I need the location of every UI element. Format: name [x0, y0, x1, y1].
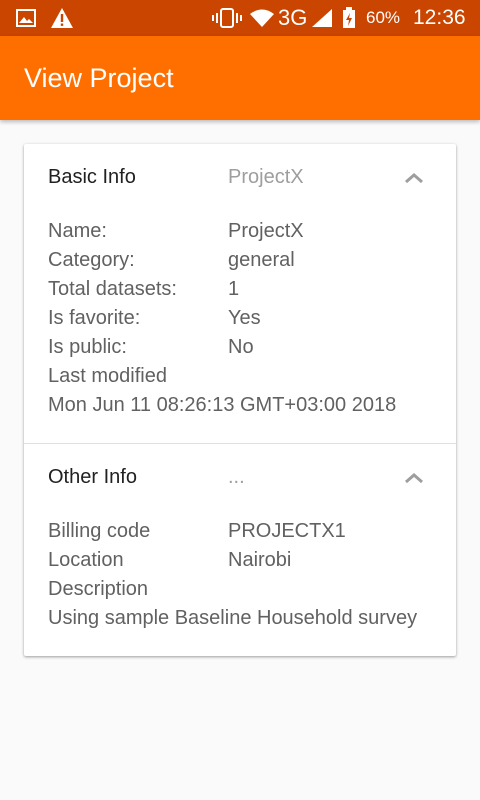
is-public-label: Is public:	[48, 336, 127, 358]
warning-icon	[50, 0, 74, 36]
clock: 12:36	[413, 6, 466, 29]
billing-code-label: Billing code	[48, 520, 151, 542]
is-favorite-label: Is favorite:	[48, 307, 141, 329]
other-info-header[interactable]: Other Info ...	[24, 444, 456, 514]
app-bar: View Project	[0, 36, 480, 120]
is-public-value: No	[228, 336, 254, 358]
page-title: View Project	[24, 63, 174, 93]
basic-info-section: Basic Info ProjectX Name: ProjectX Categ…	[24, 144, 456, 443]
chevron-up-icon[interactable]	[402, 470, 426, 486]
billing-code-value: PROJECTX1	[228, 520, 346, 542]
signal-icon	[311, 0, 333, 36]
description-label: Description	[48, 578, 149, 600]
other-info-subtitle: ...	[228, 466, 245, 488]
last-modified-label: Last modified	[48, 365, 167, 387]
name-label: Name:	[48, 220, 107, 242]
status-bar: 3G 60% 12:36	[0, 0, 480, 36]
other-info-section: Other Info ... Billing code PROJECTX1 Lo…	[24, 444, 456, 656]
is-favorite-value: Yes	[228, 307, 261, 329]
project-card: Basic Info ProjectX Name: ProjectX Categ…	[24, 144, 456, 656]
total-datasets-label: Total datasets:	[48, 278, 177, 300]
battery-icon	[342, 0, 356, 36]
battery-percent: 60%	[366, 8, 401, 27]
last-modified-value: Mon Jun 11 08:26:13 GMT+03:00 2018	[48, 394, 397, 416]
network-type: 3G	[278, 5, 308, 30]
category-label: Category:	[48, 249, 135, 271]
description-value: Using sample Baseline Household survey	[48, 607, 418, 629]
location-value: Nairobi	[228, 549, 292, 571]
total-datasets-value: 1	[228, 278, 240, 300]
image-icon	[16, 0, 36, 36]
name-value: ProjectX	[228, 220, 304, 242]
category-value: general	[228, 249, 295, 271]
vibrate-icon	[212, 0, 242, 36]
basic-info-header[interactable]: Basic Info ProjectX	[24, 144, 456, 214]
chevron-up-icon[interactable]	[402, 170, 426, 186]
wifi-icon	[249, 0, 275, 36]
location-label: Location	[48, 549, 124, 571]
other-info-title: Other Info	[48, 466, 137, 488]
basic-info-subtitle: ProjectX	[228, 166, 304, 188]
basic-info-title: Basic Info	[48, 166, 136, 188]
